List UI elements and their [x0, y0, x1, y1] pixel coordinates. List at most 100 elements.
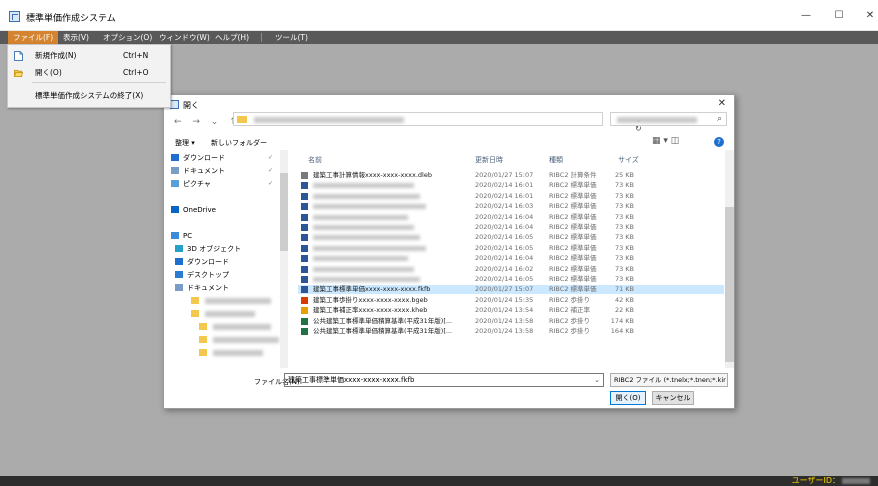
file-row[interactable]: 2020/02/14 16:04 RIBC2 標準単価 73 KB	[298, 254, 724, 263]
status-bar: ユーザーID：	[0, 476, 878, 486]
file-row[interactable]: 2020/02/14 16:05 RIBC2 標準単価 73 KB	[298, 233, 724, 242]
menu-separator	[261, 33, 262, 42]
nav-item-label: ピクチャ	[183, 180, 211, 188]
search-input[interactable]: ⌕	[610, 112, 727, 126]
nav-scrollbar-thumb[interactable]	[280, 173, 288, 251]
user-id-label: ユーザーID：	[791, 476, 840, 485]
pin-icon: ✓	[268, 167, 274, 174]
folder-icon	[191, 310, 199, 317]
file-size: 73 KB	[614, 212, 634, 221]
file-icon	[301, 224, 308, 231]
open-button[interactable]: 開く(O)	[610, 391, 646, 405]
filetype-select[interactable]: RIBC2 ファイル (*.tnelx;*.tnen;*.kir	[610, 373, 728, 387]
nav-label-redacted	[213, 337, 279, 343]
file-row[interactable]: 建築工事歩掛りxxxx-xxxx-xxxx.bgeb 2020/01/24 15:…	[298, 296, 724, 305]
file-date: 2020/01/24 13:54	[475, 306, 534, 315]
file-icon	[301, 203, 308, 211]
address-bar[interactable]: ⌄ ↻	[233, 112, 642, 133]
file-name-redacted	[313, 183, 414, 189]
menu-help[interactable]: ヘルプ(H)	[210, 31, 254, 44]
column-header-size[interactable]: サイズ	[618, 155, 639, 165]
file-row[interactable]: 公共建築工事標準単価積算基準(平成31年版)[... 2020/01/24 13:…	[298, 317, 724, 326]
file-size: 73 KB	[614, 275, 634, 283]
nav-item[interactable]	[199, 347, 263, 359]
nav-item[interactable]: ドキュメント ✓	[171, 165, 273, 177]
help-icon[interactable]: ?	[714, 137, 724, 147]
maximize-button[interactable]: ☐	[830, 9, 848, 23]
nav-item-label: 3D オブジェクト	[187, 245, 242, 253]
nav-item[interactable]	[191, 308, 255, 320]
file-row[interactable]: 2020/02/14 16:04 RIBC2 標準単価 73 KB	[298, 213, 724, 222]
file-row[interactable]: 公共建築工事標準単価積算基準(平成31年版)[... 2020/01/24 13:…	[298, 327, 724, 336]
file-row[interactable]: 2020/02/14 16:01 RIBC2 標準単価 73 KB	[298, 192, 724, 201]
file-row[interactable]: 2020/02/14 16:04 RIBC2 標準単価 73 KB	[298, 223, 724, 232]
menu-item-new[interactable]: 新規作成(N) Ctrl+N	[8, 47, 170, 64]
file-type: RIBC2 標準単価	[549, 212, 597, 221]
menu-item-exit[interactable]: 標準単価作成システムの終了(X)	[8, 87, 170, 104]
chevron-down-icon[interactable]: ⌄	[594, 374, 600, 386]
file-row[interactable]: 2020/02/14 16:01 RIBC2 標準単価 73 KB	[298, 181, 724, 190]
file-size: 164 KB	[610, 327, 634, 335]
file-size: 73 KB	[614, 202, 634, 211]
menu-bar: ファイル(F) 表示(V) オプション(O) ウィンドウ(W) ヘルプ(H) ツ…	[0, 31, 878, 44]
filename-input[interactable]: 建築工事標準単価xxxx-xxxx-xxxx.fkfb ⌄	[284, 373, 604, 387]
nav-item[interactable]: ダウンロード ✓	[171, 152, 273, 164]
file-row[interactable]: 建築工事計算情報xxxx-xxxx-xxxx.dleb 2020/01/27 15…	[298, 171, 724, 180]
cancel-button[interactable]: キャンセル	[652, 391, 694, 405]
nav-item[interactable]	[191, 295, 271, 307]
file-row[interactable]: 2020/02/14 16:05 RIBC2 標準単価 73 KB	[298, 275, 724, 284]
file-size: 174 KB	[610, 316, 634, 325]
file-name: 建築工事計算情報xxxx-xxxx-xxxx.dleb	[313, 171, 432, 179]
file-date: 2020/01/27 15:07	[475, 285, 534, 294]
minimize-button[interactable]: —	[797, 9, 815, 23]
nav-item[interactable]: 3D オブジェクト	[175, 243, 241, 255]
nav-item[interactable]: ピクチャ ✓	[171, 178, 273, 190]
pin-icon: ✓	[268, 180, 274, 187]
column-header-type[interactable]: 種類	[549, 155, 563, 165]
file-date: 2020/02/14 16:05	[475, 275, 534, 283]
file-row[interactable]: 建築工事補正率xxxx-xxxx-xxxx.kheb 2020/01/24 13:…	[298, 306, 724, 315]
menu-view[interactable]: 表示(V)	[58, 31, 94, 44]
new-file-icon	[14, 51, 23, 61]
file-date: 2020/01/24 13:58	[475, 316, 534, 325]
app-icon	[9, 11, 20, 22]
file-row[interactable]: 2020/02/14 16:05 RIBC2 標準単価 73 KB	[298, 244, 724, 253]
file-row[interactable]: 2020/02/14 16:02 RIBC2 標準単価 73 KB	[298, 265, 724, 274]
nav-item-label: ダウンロード	[187, 258, 229, 266]
nav-item[interactable]: デスクトップ	[175, 269, 229, 281]
nav-item[interactable]: ドキュメント	[175, 282, 229, 294]
dialog-close-button[interactable]: ✕	[718, 98, 726, 109]
nav-item[interactable]: OneDrive	[171, 204, 216, 216]
column-header-date[interactable]: 更新日時	[475, 155, 503, 165]
file-name: 建築工事歩掛りxxxx-xxxx-xxxx.bgeb	[313, 295, 428, 304]
user-id-value-redacted	[842, 478, 870, 484]
navigation-arrows[interactable]: ← → ⌄ ↑	[174, 117, 241, 127]
dialog-title: 開く	[183, 101, 199, 110]
column-header-name[interactable]: 名前	[308, 155, 322, 165]
file-date: 2020/02/14 16:04	[475, 223, 534, 231]
file-row[interactable]: 建築工事標準単価xxxx-xxxx-xxxx.fkfb 2020/01/27 15…	[298, 285, 724, 295]
file-row[interactable]: 2020/02/14 16:03 RIBC2 標準単価 73 KB	[298, 202, 724, 211]
menu-item-open-shortcut: Ctrl+O	[123, 68, 149, 77]
folder-icon	[199, 336, 207, 343]
nav-item[interactable]	[199, 321, 271, 333]
file-icon	[301, 192, 308, 200]
menu-options[interactable]: オプション(O)	[98, 31, 157, 44]
dialog-app-icon	[170, 100, 179, 109]
close-button[interactable]: ✕	[861, 9, 878, 23]
menu-tools[interactable]: ツール(T)	[270, 31, 313, 44]
file-name-redacted	[313, 214, 408, 220]
menu-window[interactable]: ウィンドウ(W)	[154, 31, 215, 44]
nav-item[interactable]: PC	[171, 230, 192, 242]
pin-icon: ✓	[268, 154, 274, 161]
organize-button[interactable]: 整理 ▾	[175, 138, 195, 148]
nav-item[interactable]	[199, 334, 279, 346]
new-folder-button[interactable]: 新しいフォルダー	[211, 138, 267, 148]
file-icon	[301, 234, 308, 242]
menu-file[interactable]: ファイル(F)	[8, 31, 59, 44]
menu-item-open[interactable]: 開く(O) Ctrl+O	[8, 64, 170, 81]
file-list-scrollbar-thumb[interactable]	[725, 207, 734, 362]
view-options-icon[interactable]: ▦ ▾ ◫	[652, 136, 679, 146]
nav-item[interactable]: ダウンロード	[175, 256, 229, 268]
file-type: RIBC2 標準単価	[549, 233, 597, 242]
